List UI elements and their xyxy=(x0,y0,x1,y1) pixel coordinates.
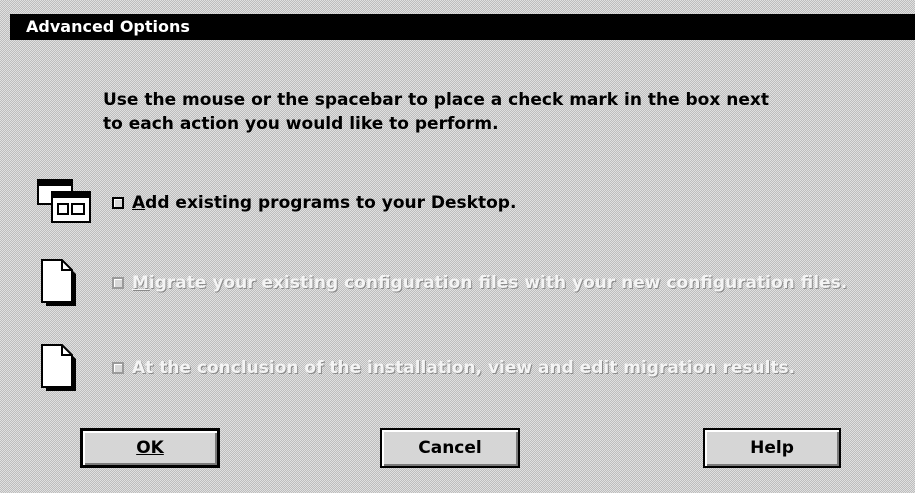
cancel-button-label: Cancel xyxy=(418,438,482,458)
instructions-line-1: Use the mouse or the spacebar to place a… xyxy=(103,90,769,110)
checkbox-migrate-config[interactable] xyxy=(112,277,124,289)
ok-button[interactable]: OK xyxy=(80,428,220,468)
label-text: dd existing programs to your Desktop. xyxy=(145,193,517,213)
option-migrate-config[interactable]: Migrate your existing configuration file… xyxy=(36,258,911,308)
document-icon xyxy=(36,258,94,308)
mnemonic-m: M xyxy=(132,273,149,293)
option-label-migrate-config[interactable]: Migrate your existing configuration file… xyxy=(132,273,847,293)
option-label-add-programs[interactable]: Add existing programs to your Desktop. xyxy=(132,193,516,213)
mnemonic-a: A xyxy=(132,193,146,213)
document-icon xyxy=(36,343,94,393)
help-button-label: Help xyxy=(750,438,794,458)
instructions-line-2: to each action you would like to perform… xyxy=(103,114,499,134)
checkbox-view-migration-results[interactable] xyxy=(112,362,124,374)
option-add-programs[interactable]: Add existing programs to your Desktop. xyxy=(36,178,911,228)
advanced-options-dialog: Advanced Options Use the mouse or the sp… xyxy=(0,0,915,493)
programs-window-icon xyxy=(36,178,94,228)
option-view-migration-results[interactable]: At the conclusion of the installation, v… xyxy=(36,343,911,393)
checkbox-add-programs[interactable] xyxy=(112,197,124,209)
instructions-text: Use the mouse or the spacebar to place a… xyxy=(103,88,843,136)
window-title: Advanced Options xyxy=(10,14,915,40)
cancel-button[interactable]: Cancel xyxy=(380,428,520,468)
help-button[interactable]: Help xyxy=(703,428,841,468)
option-label-view-migration-results[interactable]: At the conclusion of the installation, v… xyxy=(132,358,795,378)
ok-button-label: OK xyxy=(136,438,164,458)
label-text: igrate your existing configuration files… xyxy=(148,273,848,293)
